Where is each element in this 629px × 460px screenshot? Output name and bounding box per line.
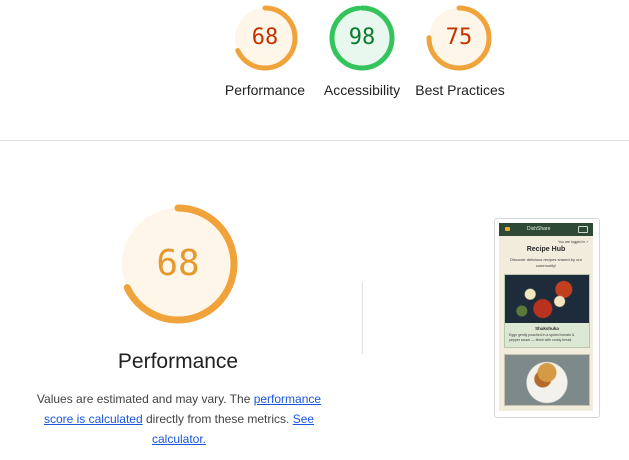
preview-recipe-card-2 (504, 354, 590, 406)
gauge-label-accessibility: Accessibility (323, 82, 401, 98)
desc-middle: directly from these metrics. (142, 412, 293, 426)
menu-icon (578, 226, 588, 233)
gauge-accessibility-small[interactable]: 98 (327, 3, 397, 73)
gauge-label-best-practices: Best Practices (415, 82, 505, 98)
preview-title: Recipe Hub (526, 246, 566, 253)
desc-prefix: Values are estimated and may vary. The (36, 392, 254, 406)
preview-subtitle: Discover delicious recipes shared by our… (510, 257, 582, 268)
preview-navbar: DishShare (499, 223, 593, 236)
logo-icon (505, 227, 510, 231)
score-value: 98 (348, 25, 376, 50)
preview-recipe-card: Shakshuka Eggs gently poached in a spice… (504, 274, 590, 348)
gauge-label-performance: Performance (224, 82, 306, 98)
vertical-divider (362, 282, 363, 354)
preview-logged-in: You are logged in ✓ (557, 240, 589, 244)
preview-brand: DishShare (527, 226, 551, 232)
score-description: Values are estimated and may vary. The p… (24, 389, 334, 449)
screenshot-screen: DishShare You are logged in ✓ Recipe Hub… (499, 223, 593, 411)
section-divider (0, 140, 629, 141)
gauge-performance-small[interactable]: 68 (230, 3, 300, 73)
score-value: 75 (445, 25, 473, 50)
score-value: 68 (251, 25, 279, 50)
final-screenshot-thumbnail[interactable]: DishShare You are logged in ✓ Recipe Hub… (494, 218, 600, 418)
score-value: 68 (156, 243, 200, 284)
performance-title: Performance (117, 350, 239, 373)
recipe-card-title: Shakshuka (535, 326, 559, 331)
gauge-performance-large: 68 (118, 204, 238, 324)
recipe-card-text: Eggs gently poached in a spiced tomato &… (509, 333, 575, 342)
recipe-image (505, 355, 589, 405)
gauge-best-practices-small[interactable]: 75 (424, 3, 494, 73)
recipe-image (505, 275, 589, 323)
